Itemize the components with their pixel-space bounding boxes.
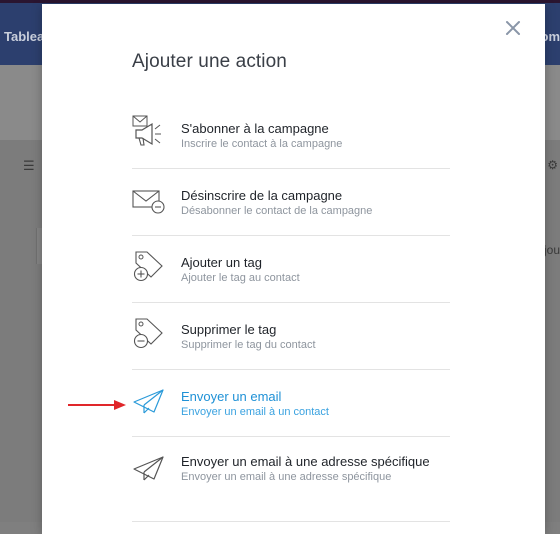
- header-nav-text: Tablea: [4, 29, 44, 44]
- add-action-modal: Ajouter une action S'abonner à la campag…: [42, 4, 545, 534]
- action-title: Envoyer un email à une adresse spécifiqu…: [181, 454, 451, 470]
- action-subtitle: Envoyer un email à un contact: [181, 405, 451, 419]
- action-subtitle: Désabonner le contact de la campagne: [181, 204, 451, 218]
- paper-plane-icon: [132, 380, 166, 418]
- action-item-remove-tag[interactable]: Supprimer le tag Supprimer le tag du con…: [132, 303, 450, 370]
- action-list: S'abonner à la campagne Inscrire le cont…: [132, 102, 450, 522]
- annotation-arrow-icon: [68, 398, 128, 412]
- action-title: Supprimer le tag: [181, 322, 451, 338]
- action-title: Désinscrire de la campagne: [181, 188, 451, 204]
- action-subtitle: Ajouter le tag au contact: [181, 271, 451, 285]
- settings-icon: ⚙: [547, 158, 558, 172]
- action-item-send-email[interactable]: Envoyer un email Envoyer un email à un c…: [132, 370, 450, 437]
- menu-icon: ☰: [23, 158, 35, 174]
- tag-plus-icon: [132, 246, 166, 284]
- paper-plane-icon: [132, 447, 166, 485]
- modal-title: Ajouter une action: [132, 51, 287, 73]
- action-title: Ajouter un tag: [181, 255, 451, 271]
- action-item-send-email-specific-address[interactable]: Envoyer un email à une adresse spécifiqu…: [132, 437, 450, 522]
- action-title: Envoyer un email: [181, 389, 451, 405]
- action-item-add-tag[interactable]: Ajouter un tag Ajouter le tag au contact: [132, 236, 450, 303]
- envelope-minus-icon: [132, 179, 166, 217]
- megaphone-icon: [132, 112, 166, 150]
- action-subtitle: Envoyer un email à une adresse spécifiqu…: [181, 470, 451, 484]
- action-subtitle: Inscrire le contact à la campagne: [181, 137, 451, 151]
- action-subtitle: Supprimer le tag du contact: [181, 338, 451, 352]
- close-icon[interactable]: [502, 18, 524, 40]
- action-item-subscribe-campaign[interactable]: S'abonner à la campagne Inscrire le cont…: [132, 102, 450, 169]
- action-item-unsubscribe-campaign[interactable]: Désinscrire de la campagne Désabonner le…: [132, 169, 450, 236]
- tag-minus-icon: [132, 313, 166, 351]
- action-title: S'abonner à la campagne: [181, 121, 451, 137]
